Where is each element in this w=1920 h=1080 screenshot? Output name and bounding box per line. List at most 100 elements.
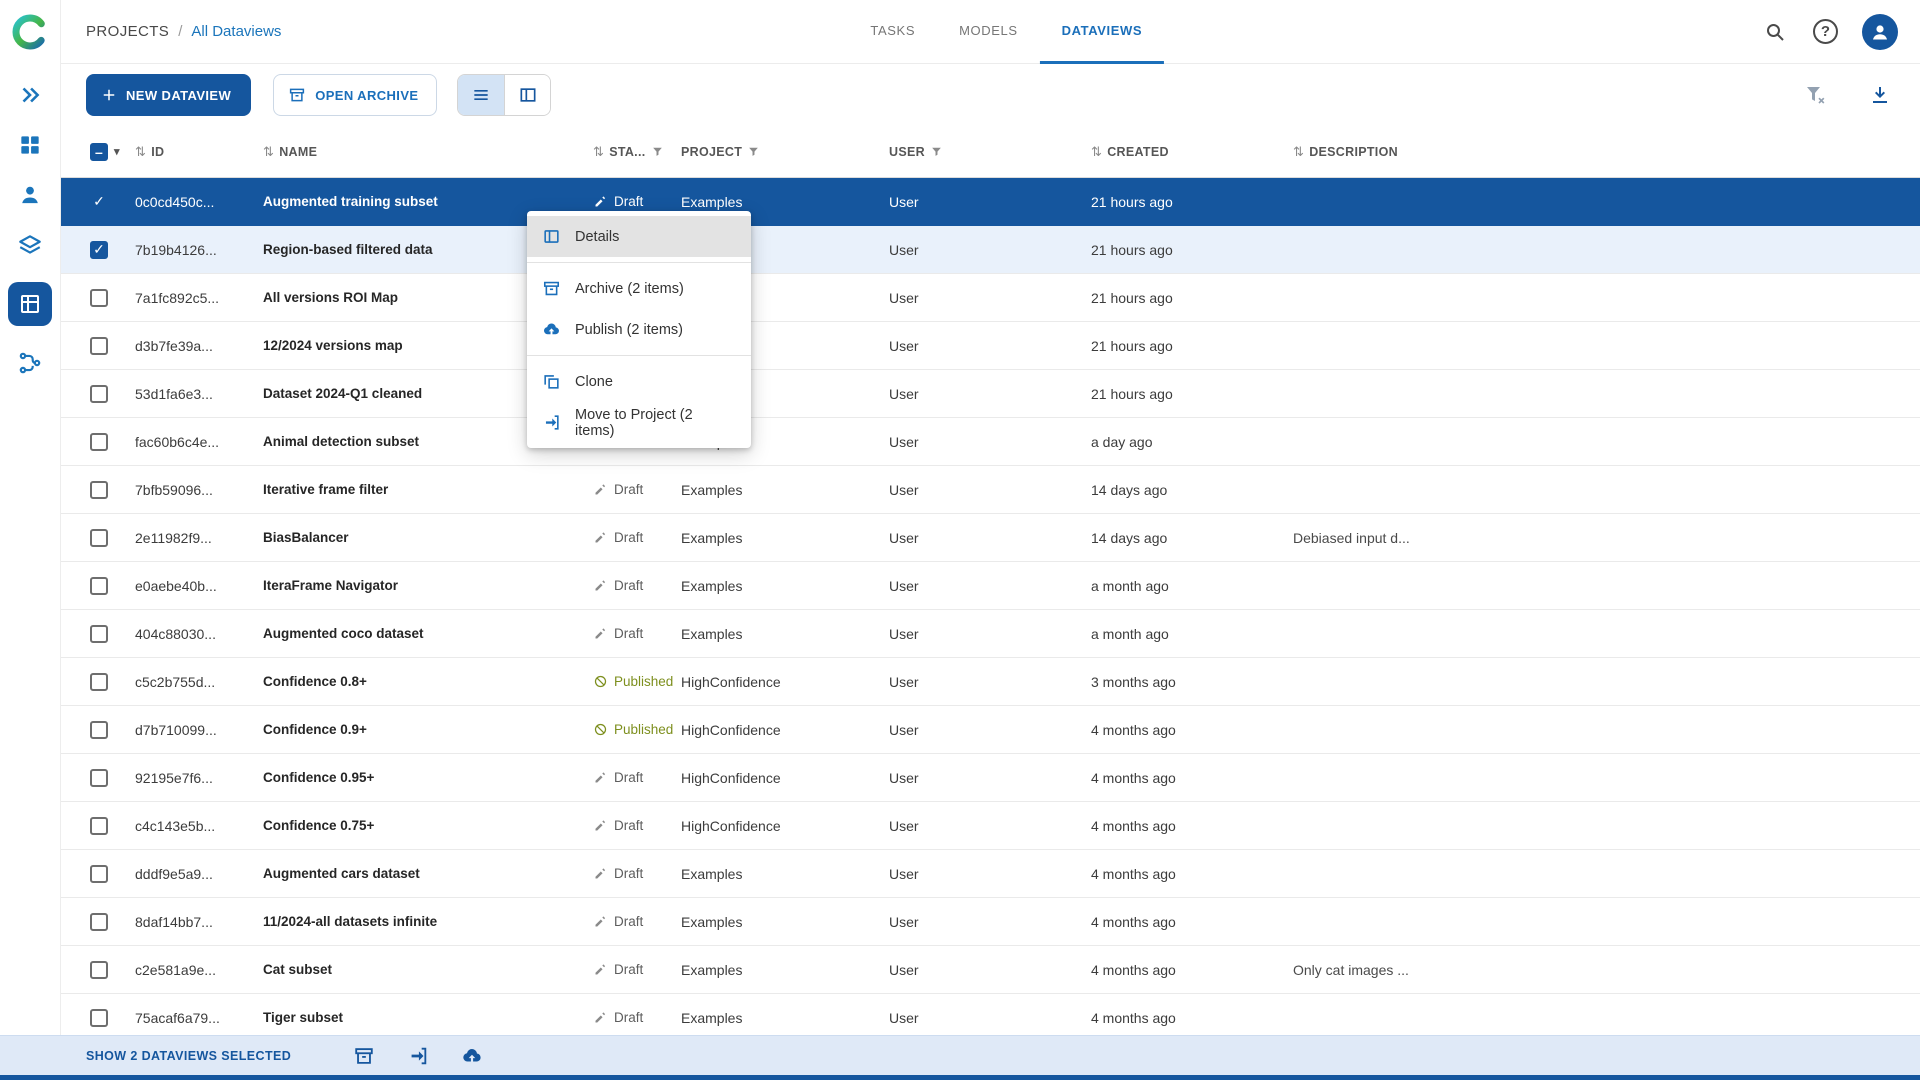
cell-name[interactable]: Augmented coco dataset xyxy=(263,626,593,641)
row-checkbox[interactable] xyxy=(90,961,108,979)
breadcrumb-current[interactable]: All Dataviews xyxy=(191,23,281,40)
cell-name[interactable]: Cat subset xyxy=(263,962,593,977)
table-row[interactable]: e0aebe40b... IteraFrame Navigator Draft … xyxy=(61,562,1920,610)
menu-item-clone[interactable]: Clone xyxy=(527,361,751,402)
search-icon[interactable] xyxy=(1761,18,1789,46)
expand-sidebar-icon[interactable] xyxy=(17,82,43,108)
row-checkbox[interactable] xyxy=(90,817,108,835)
column-header-user[interactable]: USER xyxy=(889,145,1091,159)
tab-tasks[interactable]: TASKS xyxy=(848,0,937,64)
table-row[interactable]: d7b710099... Confidence 0.9+ Published H… xyxy=(61,706,1920,754)
sort-icon[interactable]: ⇅ xyxy=(1091,144,1102,160)
column-header-status[interactable]: ⇅ STA... xyxy=(593,144,681,160)
draft-icon xyxy=(593,1010,608,1025)
cell-name[interactable]: Augmented cars dataset xyxy=(263,866,593,881)
move-selected-icon[interactable] xyxy=(407,1045,429,1067)
breadcrumb-projects[interactable]: PROJECTS xyxy=(86,23,169,40)
table-view-button[interactable] xyxy=(458,75,504,115)
table-row[interactable]: c2e581a9e... Cat subset Draft Examples U… xyxy=(61,946,1920,994)
select-all-checkbox[interactable]: – xyxy=(90,143,108,161)
cell-id: 7b19b4126... xyxy=(135,242,263,258)
row-checkbox[interactable] xyxy=(90,721,108,739)
row-checkbox[interactable] xyxy=(90,625,108,643)
help-icon[interactable]: ? xyxy=(1813,19,1838,44)
table-row[interactable]: fac60b6c4e... Animal detection subset Dr… xyxy=(61,418,1920,466)
cell-name[interactable]: Tiger subset xyxy=(263,1010,593,1025)
row-checkbox[interactable] xyxy=(90,769,108,787)
filter-icon[interactable] xyxy=(747,145,760,158)
table-row[interactable]: 2e11982f9... BiasBalancer Draft Examples… xyxy=(61,514,1920,562)
cell-name[interactable]: Iterative frame filter xyxy=(263,482,593,497)
column-header-project[interactable]: PROJECT xyxy=(681,145,889,159)
column-header-name[interactable]: ⇅ NAME xyxy=(263,144,593,160)
column-header-id[interactable]: ⇅ ID xyxy=(135,144,263,160)
sidebar-item-projects[interactable] xyxy=(17,132,43,158)
sidebar-item-datasets[interactable] xyxy=(17,232,43,258)
clear-filters-icon[interactable] xyxy=(1804,83,1828,107)
filter-icon[interactable] xyxy=(651,145,664,158)
clearml-logo[interactable] xyxy=(10,12,50,52)
menu-item-move[interactable]: Move to Project (2 items) xyxy=(527,402,751,443)
table-row[interactable]: ✓ 7b19b4126... Region-based filtered dat… xyxy=(61,226,1920,274)
table-row[interactable]: c5c2b755d... Confidence 0.8+ Published H… xyxy=(61,658,1920,706)
row-checkbox[interactable] xyxy=(90,913,108,931)
table-row[interactable]: 92195e7f6... Confidence 0.95+ Draft High… xyxy=(61,754,1920,802)
table-row[interactable]: c4c143e5b... Confidence 0.75+ Draft High… xyxy=(61,802,1920,850)
cell-name[interactable]: Confidence 0.95+ xyxy=(263,770,593,785)
row-checkbox[interactable] xyxy=(90,529,108,547)
cell-name[interactable]: BiasBalancer xyxy=(263,530,593,545)
cell-name[interactable]: Augmented training subset xyxy=(263,194,593,209)
split-view-button[interactable] xyxy=(504,75,550,115)
row-checkbox[interactable] xyxy=(90,289,108,307)
table-row[interactable]: 8daf14bb7... 11/2024-all datasets infini… xyxy=(61,898,1920,946)
publish-selected-icon[interactable] xyxy=(461,1045,483,1067)
sidebar-item-pipelines[interactable] xyxy=(17,350,43,376)
tab-models[interactable]: MODELS xyxy=(937,0,1040,64)
menu-item-publish[interactable]: Publish (2 items) xyxy=(527,309,751,350)
sort-icon[interactable]: ⇅ xyxy=(1293,144,1304,160)
row-checkbox[interactable]: ✓ xyxy=(90,241,108,259)
sort-icon[interactable]: ⇅ xyxy=(263,144,274,160)
table-row[interactable]: 53d1fa6e3... Dataset 2024-Q1 cleaned Use… xyxy=(61,370,1920,418)
sort-icon[interactable]: ⇅ xyxy=(593,144,604,160)
row-checkbox[interactable] xyxy=(90,385,108,403)
table-row[interactable]: d3b7fe39a... 12/2024 versions map User 2… xyxy=(61,322,1920,370)
cell-name[interactable]: Confidence 0.8+ xyxy=(263,674,593,689)
menu-item-archive[interactable]: Archive (2 items) xyxy=(527,268,751,309)
row-checkbox[interactable] xyxy=(90,433,108,451)
row-checkbox[interactable] xyxy=(90,865,108,883)
row-checkbox[interactable] xyxy=(90,577,108,595)
table-row[interactable]: 7a1fc892c5... All versions ROI Map User … xyxy=(61,274,1920,322)
cell-project: Examples xyxy=(681,578,889,594)
table-row[interactable]: 404c88030... Augmented coco dataset Draf… xyxy=(61,610,1920,658)
table-row[interactable]: 75acaf6a79... Tiger subset Draft Example… xyxy=(61,994,1920,1039)
cell-name[interactable]: 11/2024-all datasets infinite xyxy=(263,914,593,929)
cell-created: 4 months ago xyxy=(1091,914,1293,930)
sort-icon[interactable]: ⇅ xyxy=(135,144,146,160)
sidebar-item-workers[interactable] xyxy=(17,182,43,208)
cell-name[interactable]: IteraFrame Navigator xyxy=(263,578,593,593)
row-checkbox[interactable] xyxy=(90,337,108,355)
table-row[interactable]: dddf9e5a9... Augmented cars dataset Draf… xyxy=(61,850,1920,898)
table-row[interactable]: ✓ 0c0cd450c... Augmented training subset… xyxy=(61,178,1920,226)
tab-dataviews[interactable]: DATAVIEWS xyxy=(1040,0,1165,64)
row-checkbox[interactable] xyxy=(90,1009,108,1027)
select-dropdown-caret[interactable]: ▾ xyxy=(114,145,120,158)
archive-selected-icon[interactable] xyxy=(353,1045,375,1067)
selection-count-label[interactable]: SHOW 2 DATAVIEWS SELECTED xyxy=(86,1049,291,1063)
cell-name[interactable]: Confidence 0.75+ xyxy=(263,818,593,833)
open-archive-button[interactable]: OPEN ARCHIVE xyxy=(273,74,437,116)
column-header-description[interactable]: ⇅ DESCRIPTION xyxy=(1293,144,1920,160)
table-row[interactable]: 7bfb59096... Iterative frame filter Draf… xyxy=(61,466,1920,514)
user-avatar[interactable] xyxy=(1862,14,1898,50)
sidebar-item-dataviews[interactable] xyxy=(8,282,52,326)
new-dataview-button[interactable]: NEW DATAVIEW xyxy=(86,74,251,116)
menu-item-details[interactable]: Details xyxy=(527,216,751,257)
column-header-created[interactable]: ⇅ CREATED xyxy=(1091,144,1293,160)
download-icon[interactable] xyxy=(1868,83,1892,107)
row-checkbox[interactable] xyxy=(90,673,108,691)
row-checkbox[interactable]: ✓ xyxy=(90,193,108,211)
row-checkbox[interactable] xyxy=(90,481,108,499)
cell-name[interactable]: Confidence 0.9+ xyxy=(263,722,593,737)
filter-icon[interactable] xyxy=(930,145,943,158)
